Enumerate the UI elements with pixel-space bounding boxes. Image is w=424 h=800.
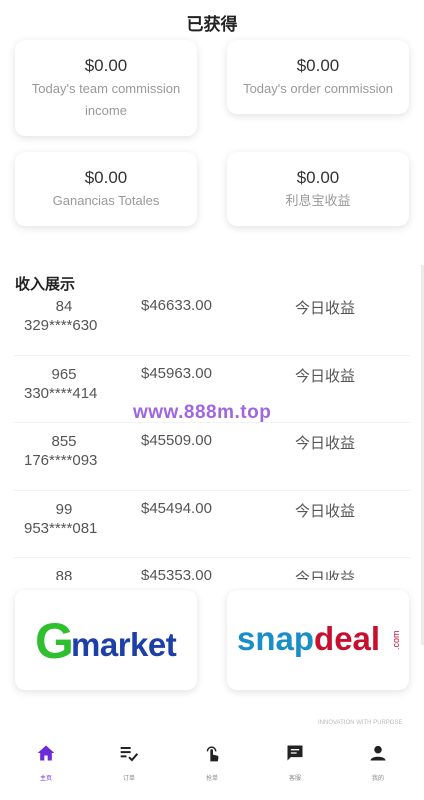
team-commission-card: $0.00 Today's team commission income	[15, 40, 197, 136]
gmarket-card[interactable]: G market	[15, 590, 197, 690]
list-check-icon	[120, 747, 139, 762]
interest-earnings-card: $0.00 利息宝收益	[227, 152, 409, 226]
tab-label: 客服	[288, 776, 301, 782]
row-phone: 953****081	[24, 519, 98, 537]
order-commission-card: $0.00 Today's order commission	[227, 40, 409, 114]
tab-profile[interactable]: 我的	[336, 743, 420, 782]
row-status: 今日收益	[295, 367, 356, 385]
gmarket-logo-g: G	[35, 613, 74, 669]
row-phone: 176****093	[24, 452, 98, 469]
gmarket-logo-rest: market	[71, 626, 177, 663]
row-amount: $45509.00	[141, 432, 212, 449]
tab-label: 我的	[371, 776, 384, 782]
list-item: 88 $45353.00 今日收益	[14, 558, 410, 580]
snapdeal-logo: snapdeal .com	[237, 620, 401, 657]
tab-grab-order[interactable]: 抢单	[170, 743, 254, 782]
row-number: 88	[55, 568, 73, 580]
tab-label: 主页	[39, 776, 52, 782]
interest-earnings-amount: $0.00	[296, 168, 340, 187]
team-commission-label: Today's team commission income	[31, 81, 181, 118]
tab-support[interactable]: 客服	[253, 743, 337, 782]
row-phone: 330****414	[24, 384, 98, 402]
total-earnings-amount: $0.00	[84, 168, 128, 187]
snapdeal-logo-word: snapdeal	[237, 620, 380, 657]
home-icon	[37, 745, 55, 761]
tab-orders[interactable]: 订单	[87, 743, 171, 782]
watermark-text: www.888m.top	[133, 402, 272, 423]
faded-tagline: INNOVATION WITH PURPOSE	[318, 720, 403, 726]
row-amount: $45353.00	[141, 567, 212, 580]
snapdeal-card[interactable]: snapdeal .com	[227, 590, 409, 690]
tab-home[interactable]: 主页	[4, 743, 88, 782]
list-item: 855 176****093 $45509.00 今日收益	[14, 423, 410, 491]
list-item: 84 329****630 $46633.00 今日收益	[14, 300, 410, 356]
team-commission-amount: $0.00	[84, 56, 128, 75]
chat-icon	[287, 745, 303, 761]
person-icon	[370, 745, 386, 761]
row-amount: $45494.00	[141, 499, 212, 517]
row-amount: $45963.00	[141, 364, 212, 382]
tap-icon	[206, 746, 219, 762]
row-status: 今日收益	[295, 435, 356, 452]
gmarket-logo: G market	[35, 613, 177, 669]
row-number: 84	[55, 300, 73, 315]
snapdeal-logo-suffix: .com	[391, 630, 401, 650]
income-list[interactable]: 84 329****630 $46633.00 今日收益 965 330****41…	[14, 300, 410, 580]
row-status: 今日收益	[295, 300, 356, 317]
row-status: 今日收益	[295, 570, 356, 580]
interest-earnings-label: 利息宝收益	[285, 193, 351, 208]
total-earnings-label: Ganancias Totales	[52, 193, 160, 208]
row-phone: 329****630	[24, 317, 98, 334]
row-number: 99	[55, 500, 73, 518]
row-amount: $46633.00	[141, 300, 212, 314]
row-number: 965	[51, 365, 77, 383]
row-number: 855	[51, 433, 77, 450]
page-title: 已获得	[186, 15, 238, 34]
list-item: 99 953****081 $45494.00 今日收益	[14, 491, 410, 558]
income-section-title: 收入展示	[15, 276, 76, 293]
total-earnings-card: $0.00 Ganancias Totales	[15, 152, 197, 226]
tab-label: 抢单	[205, 776, 218, 782]
tab-label: 订单	[122, 776, 135, 782]
row-status: 今日收益	[295, 502, 356, 520]
order-commission-label: Today's order commission	[243, 81, 393, 96]
order-commission-amount: $0.00	[296, 56, 340, 75]
bottom-tab-bar: 主页 订单 抢单 客服 我的	[0, 735, 424, 800]
